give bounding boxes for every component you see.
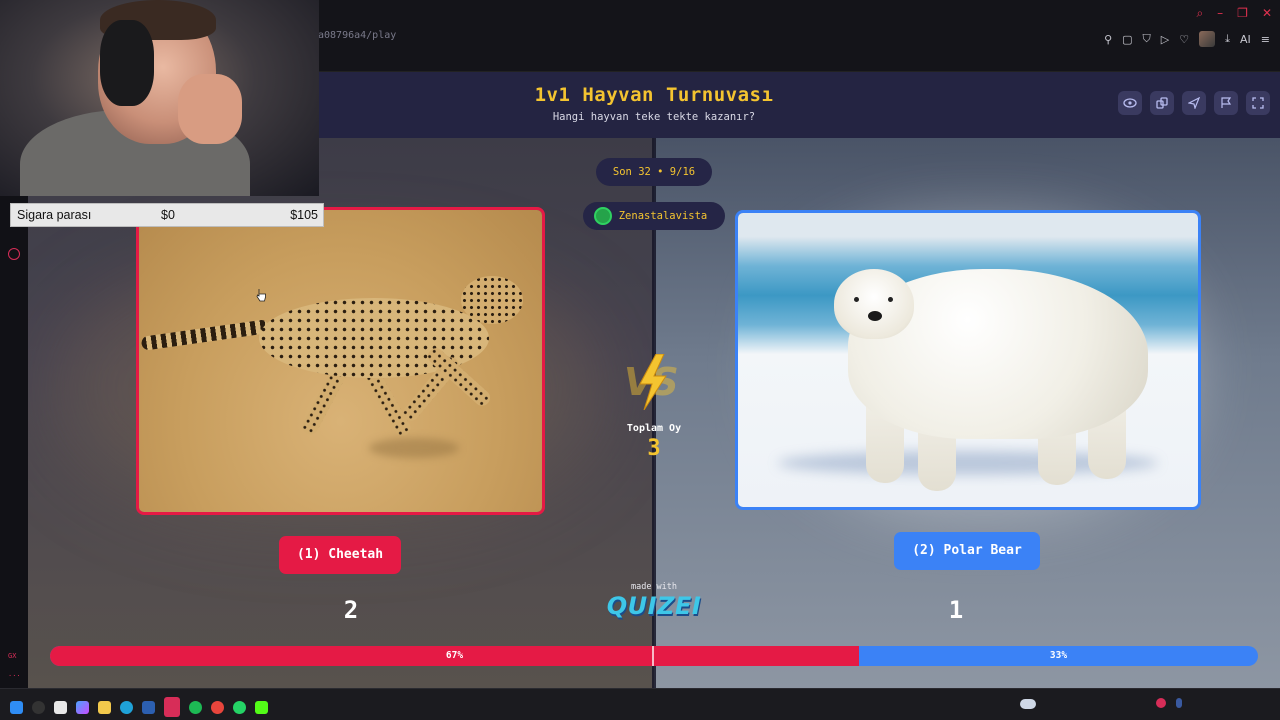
- system-tray: [1156, 698, 1182, 708]
- window-controls: ⌕ – ❐ ✕: [1196, 6, 1272, 21]
- user-name: Zenastalavista: [618, 210, 708, 222]
- share-icon[interactable]: [1150, 91, 1174, 115]
- start-icon[interactable]: [10, 700, 23, 714]
- cheetah-choice-button[interactable]: (1) Cheetah: [279, 536, 401, 574]
- goal-target-value: $105: [290, 208, 318, 222]
- download-icon[interactable]: ⤓: [1225, 32, 1230, 46]
- round-indicator: Son 32 • 9/16: [596, 158, 712, 186]
- screen: a08796a4/play ⚲ ▢ ⛉ ▷ ♡ ⤓ AI ≡ ⌕ – ❐ ✕ G…: [0, 0, 1280, 720]
- opera-gx-icon[interactable]: [164, 697, 180, 717]
- send-icon[interactable]: [1182, 91, 1206, 115]
- close-icon[interactable]: ✕: [1262, 6, 1272, 21]
- shield-icon[interactable]: ⛉: [1143, 32, 1151, 46]
- total-votes-value: 3: [647, 436, 661, 461]
- fullscreen-icon[interactable]: [1246, 91, 1270, 115]
- header-actions: [1118, 91, 1270, 115]
- flag-icon[interactable]: [1214, 91, 1238, 115]
- taskbar-apps: [10, 697, 268, 717]
- os-taskbar: [0, 688, 1280, 720]
- copilot-icon[interactable]: [76, 700, 89, 714]
- chrome-icon[interactable]: [211, 700, 224, 714]
- address-bar[interactable]: a08796a4/play: [318, 30, 396, 41]
- made-with-label: made with: [630, 582, 678, 592]
- quizei-logo[interactable]: QUIZEI: [604, 592, 704, 620]
- search-icon[interactable]: ⌕: [1196, 6, 1203, 21]
- eye-icon[interactable]: [1118, 91, 1142, 115]
- restore-icon[interactable]: ❐: [1237, 6, 1248, 21]
- sidebar-gx-label[interactable]: GX: [8, 652, 16, 660]
- donation-goal-widget: Sigara parası $0 $105: [10, 203, 324, 227]
- cheetah-vote-count: 2: [343, 596, 359, 624]
- whatsapp-icon[interactable]: [233, 700, 246, 714]
- cheetah-photo: [139, 210, 542, 512]
- polar-bear-image-card[interactable]: [735, 210, 1201, 510]
- polar-bear-photo: [738, 213, 1198, 507]
- goal-label: Sigara parası: [17, 208, 92, 222]
- versus-emblem: VS: [616, 354, 692, 410]
- cheetah-percent-label: 67%: [445, 650, 464, 661]
- cheetah-image-card[interactable]: [136, 207, 545, 515]
- sidebar-messenger-icon[interactable]: [8, 248, 20, 260]
- search-icon[interactable]: [32, 700, 45, 714]
- polar-bear-vote-count: 1: [948, 596, 964, 624]
- goal-current-value: $0: [161, 208, 175, 222]
- vote-progress-bar: 67% 33%: [50, 646, 1258, 666]
- minimize-icon[interactable]: –: [1217, 6, 1223, 21]
- spotify-icon[interactable]: [189, 700, 202, 714]
- kick-icon[interactable]: [255, 700, 268, 714]
- tray-app-icon[interactable]: [1156, 698, 1166, 708]
- profile-avatar[interactable]: [1199, 31, 1216, 47]
- onedrive-icon[interactable]: [1020, 699, 1036, 709]
- lightning-icon: [639, 354, 667, 410]
- snapshot-icon[interactable]: ▢: [1122, 33, 1132, 46]
- bookmark-icon[interactable]: ⚲: [1104, 33, 1112, 46]
- microphone-icon[interactable]: [1176, 698, 1182, 708]
- task-view-icon[interactable]: [54, 700, 67, 714]
- ai-button[interactable]: AI: [1240, 33, 1251, 46]
- menu-icon[interactable]: ≡: [1261, 33, 1270, 46]
- sidebar-more-label[interactable]: ...: [8, 670, 21, 678]
- heart-icon[interactable]: ♡: [1179, 33, 1189, 46]
- webcam-overlay: [0, 0, 319, 196]
- polar-bear-percent-label: 33%: [1049, 650, 1068, 661]
- store-icon[interactable]: [142, 700, 155, 714]
- browser-actions: ⚲ ▢ ⛉ ▷ ♡ ⤓ AI ≡: [1104, 31, 1270, 47]
- file-explorer-icon[interactable]: [98, 700, 111, 714]
- progress-midline: [652, 646, 654, 666]
- user-badge[interactable]: Zenastalavista: [583, 202, 725, 230]
- play-icon[interactable]: ▷: [1161, 33, 1169, 46]
- total-votes-label: Toplam Oy: [626, 423, 682, 434]
- edge-icon[interactable]: [120, 700, 133, 714]
- polar-bear-choice-button[interactable]: (2) Polar Bear: [894, 532, 1040, 570]
- hand-cursor-icon: [256, 289, 266, 302]
- user-avatar: [594, 207, 612, 225]
